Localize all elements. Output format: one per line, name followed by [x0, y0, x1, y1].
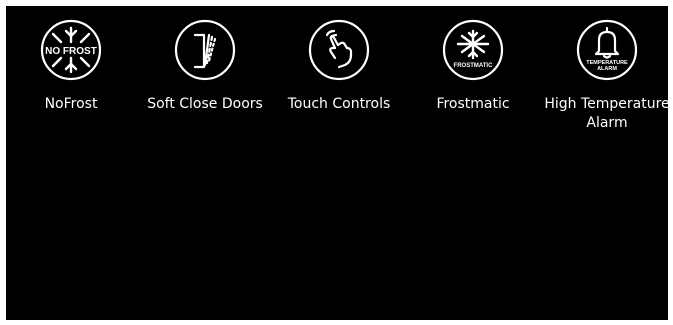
- touch-hand-icon: [308, 19, 370, 81]
- svg-text:FROSTMATIC: FROSTMATIC: [454, 63, 494, 69]
- feature-label: Frostmatic: [436, 96, 510, 112]
- svg-text:ALARM: ALARM: [597, 66, 617, 72]
- feature-label: High Temperature Alarm: [544, 96, 670, 131]
- nofrost-snowflake-icon: NO FROST: [40, 19, 102, 81]
- bell-alarm-icon: TEMPERATURE ALARM: [576, 19, 638, 81]
- feature-frostmatic: FROSTMATIC Frostmatic: [407, 18, 539, 114]
- feature-label: Soft Close Doors: [147, 96, 263, 112]
- soft-close-door-icon: [174, 19, 236, 81]
- svg-text:NO FROST: NO FROST: [45, 46, 97, 57]
- features-panel: NO FROST NoFrost Soft Close Doors Touch …: [5, 6, 670, 320]
- feature-label: Touch Controls: [287, 96, 391, 112]
- feature-soft-close-doors: Soft Close Doors: [139, 18, 271, 114]
- feature-touch-controls: Touch Controls: [273, 18, 405, 114]
- feature-label: NoFrost: [44, 96, 98, 112]
- feature-nofrost: NO FROST NoFrost: [5, 18, 137, 114]
- frostmatic-snowflake-icon: FROSTMATIC: [442, 19, 504, 81]
- feature-high-temperature-alarm: TEMPERATURE ALARM High Temperature Alarm: [541, 18, 673, 133]
